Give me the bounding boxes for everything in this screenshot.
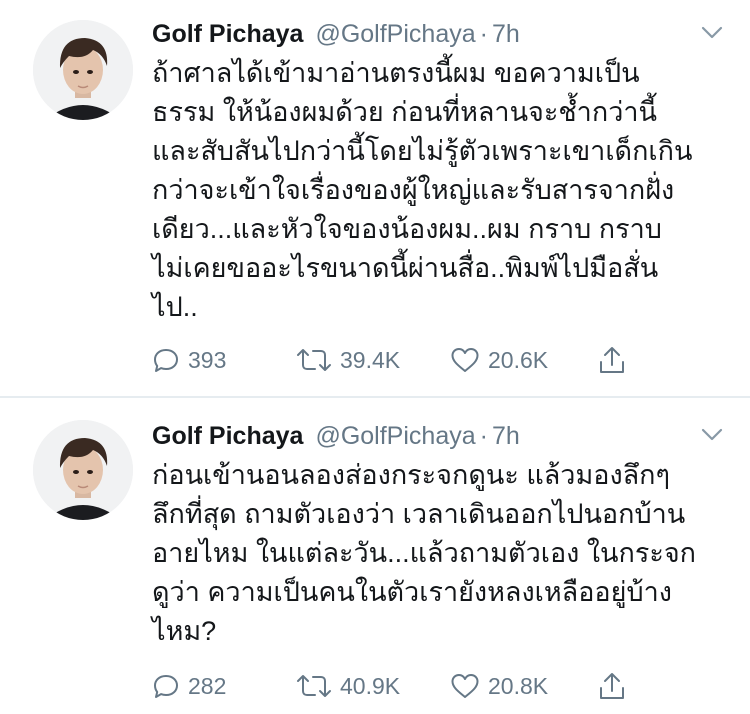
share-icon	[600, 673, 624, 699]
retweet-icon	[297, 675, 331, 697]
separator-dot: ·	[479, 20, 488, 48]
tweet-text-line: ธรรม ให้น้องผมด้วย ก่อนที่หลานจะช้ำกว่าน…	[152, 97, 657, 127]
tweet-text-line: กว่าจะเข้าใจเรื่องของผู้ใหญ่และรับสารจาก…	[152, 175, 675, 205]
reply-icon	[154, 675, 178, 698]
share-button[interactable]	[598, 340, 634, 380]
like-count: 20.8K	[488, 672, 549, 699]
tweet-text-line: ดูว่า ความเป็นคนในตัวเรายังหลงเหลืออยู่บ…	[152, 577, 672, 607]
retweet-button[interactable]: 39.4K	[296, 340, 400, 380]
tweet-text-line: ไป..	[152, 292, 198, 322]
separator-dot: ·	[479, 422, 488, 450]
chevron-down-icon[interactable]	[700, 426, 724, 444]
tweet[interactable]: Golf Pichaya @GolfPichaya · 7h ก่อนเข้าน…	[0, 398, 750, 714]
share-icon	[600, 347, 624, 373]
display-name[interactable]: Golf Pichaya	[152, 418, 303, 454]
display-name[interactable]: Golf Pichaya	[152, 16, 303, 52]
like-count: 20.6K	[488, 346, 549, 373]
like-button[interactable]: 20.8K	[450, 666, 548, 706]
user-handle[interactable]: @GolfPichaya	[315, 16, 475, 52]
avatar-image	[33, 20, 133, 120]
tweet-text-line: เดียว...และหัวใจของน้องผม..ผม กราบ กราบ	[152, 214, 662, 244]
reply-button[interactable]: 393	[152, 340, 226, 380]
tweet[interactable]: Golf Pichaya @GolfPichaya · 7h ถ้าศาลได้…	[0, 0, 750, 396]
tweet-header: Golf Pichaya @GolfPichaya · 7h	[152, 418, 520, 454]
avatar[interactable]	[33, 420, 133, 520]
tweet-text-line: ไม่เคยขออะไรขนาดนี้ผ่านสื่อ..พิมพ์ไปมือส…	[152, 253, 659, 283]
reply-icon	[154, 349, 178, 372]
reply-count: 282	[188, 672, 227, 699]
reply-count: 393	[188, 346, 227, 373]
timestamp[interactable]: 7h	[492, 16, 520, 52]
share-button[interactable]	[598, 666, 634, 706]
user-handle[interactable]: @GolfPichaya	[315, 418, 475, 454]
avatar-image	[33, 420, 133, 520]
tweet-header: Golf Pichaya @GolfPichaya · 7h	[152, 16, 520, 52]
tweet-text-line: ก่อนเข้านอนลองส่องกระจกดูนะ แล้วมองลึกๆ	[152, 460, 671, 490]
tweet-text-line: และสับสันไปกว่านี้โดยไม่รู้ตัวเพราะเขาเด…	[152, 136, 693, 166]
retweet-count: 39.4K	[340, 346, 401, 373]
avatar[interactable]	[33, 20, 133, 120]
retweet-icon	[297, 349, 331, 371]
retweet-count: 40.9K	[340, 672, 401, 699]
timestamp[interactable]: 7h	[492, 418, 520, 454]
retweet-button[interactable]: 40.9K	[296, 666, 400, 706]
tweet-text-line: ไหม?	[152, 616, 217, 646]
reply-button[interactable]: 282	[152, 666, 226, 706]
like-button[interactable]: 20.6K	[450, 340, 548, 380]
tweet-actions: 282 40.9K 20.8K	[152, 666, 652, 706]
tweet-text: ถ้าศาลได้เข้ามาอ่านตรงนี้ผม ขอความเป็น ธ…	[152, 54, 732, 327]
chevron-down-icon[interactable]	[700, 24, 724, 42]
heart-icon	[451, 348, 479, 372]
tweet-text: ก่อนเข้านอนลองส่องกระจกดูนะ แล้วมองลึกๆ …	[152, 456, 732, 651]
tweet-text-line: ถ้าศาลได้เข้ามาอ่านตรงนี้ผม ขอความเป็น	[152, 58, 640, 88]
heart-icon	[451, 674, 479, 698]
tweet-text-line: ลึกที่สุด ถามตัวเองว่า เวลาเดินออกไปนอกบ…	[152, 499, 686, 529]
tweet-actions: 393 39.4K 20.6K	[152, 340, 652, 380]
tweet-text-line: อายไหม ในแต่ละวัน...แล้วถามตัวเอง ในกระจ…	[152, 538, 697, 568]
